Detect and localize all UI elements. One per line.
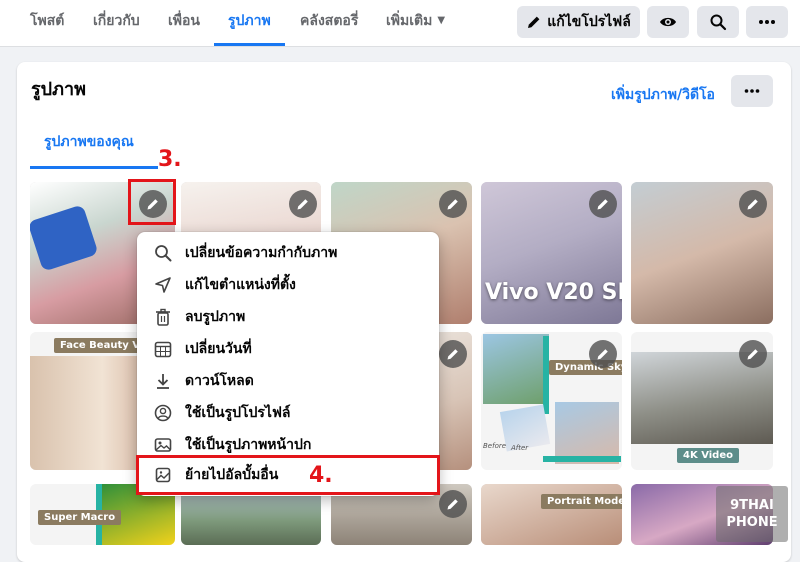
tab-posts-label: โพสต์ xyxy=(30,13,65,29)
edit-photo-button[interactable] xyxy=(589,190,617,218)
photo-caption-super-macro: Super Macro xyxy=(38,510,122,525)
download-icon xyxy=(149,371,177,391)
location-arrow-icon xyxy=(149,275,177,295)
pencil-icon xyxy=(747,349,758,360)
watermark-line2: PHONE xyxy=(726,515,778,530)
step3-label: 3. xyxy=(158,147,182,172)
photo-caption-after: After xyxy=(511,444,529,452)
menu-label: เปลี่ยนข้อความกำกับภาพ xyxy=(185,245,338,261)
caret-down-icon: ▼ xyxy=(437,15,446,26)
user-circle-icon xyxy=(149,403,177,423)
tab-photos-label: รูปภาพ xyxy=(228,13,271,29)
photo-caption-before: Before xyxy=(483,442,507,450)
step4-highlight-box xyxy=(136,455,440,495)
search-icon xyxy=(710,14,727,31)
tab-about-label: เกี่ยวกับ xyxy=(93,13,140,29)
menu-label: ลบรูปภาพ xyxy=(185,309,246,325)
calendar-icon xyxy=(149,339,177,359)
search-icon xyxy=(149,243,177,263)
pencil-icon xyxy=(447,349,458,360)
watermark-line1: 9THAI xyxy=(730,498,774,513)
step3-highlight-box xyxy=(128,179,176,225)
pencil-icon xyxy=(747,199,758,210)
photo-thumbnail[interactable]: Dynamic Sky Before After xyxy=(481,332,622,470)
photo-caption-vivo: Vivo V20 SE xyxy=(485,280,622,305)
add-photo-video-link[interactable]: เพิ่มรูปภาพ/วิดีโอ xyxy=(611,84,715,106)
photos-more-button[interactable] xyxy=(731,75,773,107)
photos-title: รูปภาพ xyxy=(31,79,86,100)
subtab-underline xyxy=(30,166,158,169)
tab-about[interactable]: เกี่ยวกับ xyxy=(93,0,140,46)
tab-friends[interactable]: เพื่อน xyxy=(168,0,200,46)
pencil-icon xyxy=(597,199,608,210)
photo-thumbnail[interactable]: Vivo V20 SE xyxy=(481,182,622,324)
tab-more-label: เพิ่มเติม xyxy=(386,13,433,29)
menu-delete-photo[interactable]: ลบรูปภาพ xyxy=(145,302,431,332)
edit-photo-button[interactable] xyxy=(439,190,467,218)
menu-change-date[interactable]: เปลี่ยนวันที่ xyxy=(145,334,431,364)
tab-story-archive-label: คลังสตอรี่ xyxy=(300,13,359,29)
menu-edit-caption[interactable]: เปลี่ยนข้อความกำกับภาพ xyxy=(145,238,431,268)
edit-photo-button[interactable] xyxy=(439,340,467,368)
profile-search-button[interactable] xyxy=(697,6,739,38)
edit-photo-button[interactable] xyxy=(739,190,767,218)
menu-label: แก้ไขตำแหน่งที่ตั้ง xyxy=(185,277,296,293)
step4-label: 4. xyxy=(309,463,333,488)
photo-collage-part xyxy=(555,402,619,464)
site-watermark: 9THAI PHONE xyxy=(716,486,788,542)
menu-edit-location[interactable]: แก้ไขตำแหน่งที่ตั้ง xyxy=(145,270,431,300)
edit-photo-button[interactable] xyxy=(439,490,467,518)
more-icon xyxy=(744,89,760,93)
photo-caption-4k: 4K Video xyxy=(677,448,739,463)
tab-posts[interactable]: โพสต์ xyxy=(30,0,64,46)
pencil-icon xyxy=(447,499,458,510)
photo-thumbnail[interactable]: 4K Video xyxy=(631,332,773,470)
image-icon xyxy=(149,435,177,455)
view-as-button[interactable] xyxy=(647,6,689,38)
photo-caption-portrait: Portrait Mode xyxy=(541,494,622,509)
edit-photo-button[interactable] xyxy=(289,190,317,218)
menu-make-profile-picture[interactable]: ใช้เป็นรูปโปรไฟล์ xyxy=(145,398,431,428)
edit-profile-button[interactable]: แก้ไขโปรไฟล์ xyxy=(517,6,640,38)
tab-photos[interactable]: รูปภาพ xyxy=(214,0,285,46)
photo-collage-bar xyxy=(543,336,549,414)
menu-label: ใช้เป็นรูปโปรไฟล์ xyxy=(185,405,291,421)
pencil-icon xyxy=(447,199,458,210)
menu-label: ดาวน์โหลด xyxy=(185,373,254,389)
tab-story-archive[interactable]: คลังสตอรี่ xyxy=(300,0,358,46)
photo-thumbnail[interactable]: Portrait Mode xyxy=(481,484,622,545)
trash-icon xyxy=(149,307,177,327)
photo-collage-bar xyxy=(543,456,621,462)
photo-thumbnail[interactable] xyxy=(631,182,773,324)
more-icon xyxy=(759,20,775,24)
pencil-icon xyxy=(297,199,308,210)
tab-more[interactable]: เพิ่มเติม ▼ xyxy=(386,0,445,46)
tab-your-photos[interactable]: รูปภาพของคุณ xyxy=(44,131,134,153)
edit-photo-button[interactable] xyxy=(589,340,617,368)
edit-profile-label: แก้ไขโปรไฟล์ xyxy=(547,14,631,30)
tab-friends-label: เพื่อน xyxy=(168,13,200,29)
pencil-icon xyxy=(528,16,540,28)
menu-label: เปลี่ยนวันที่ xyxy=(185,341,252,357)
menu-download[interactable]: ดาวน์โหลด xyxy=(145,366,431,396)
photo-collage-part xyxy=(483,334,549,404)
profile-nav-bar: โพสต์ เกี่ยวกับ เพื่อน รูปภาพ คลังสตอรี่… xyxy=(0,0,800,47)
menu-label: ใช้เป็นรูปภาพหน้าปก xyxy=(185,437,312,453)
profile-more-button[interactable] xyxy=(746,6,788,38)
eye-icon xyxy=(660,17,676,27)
edit-photo-button[interactable] xyxy=(739,340,767,368)
pencil-icon xyxy=(597,349,608,360)
